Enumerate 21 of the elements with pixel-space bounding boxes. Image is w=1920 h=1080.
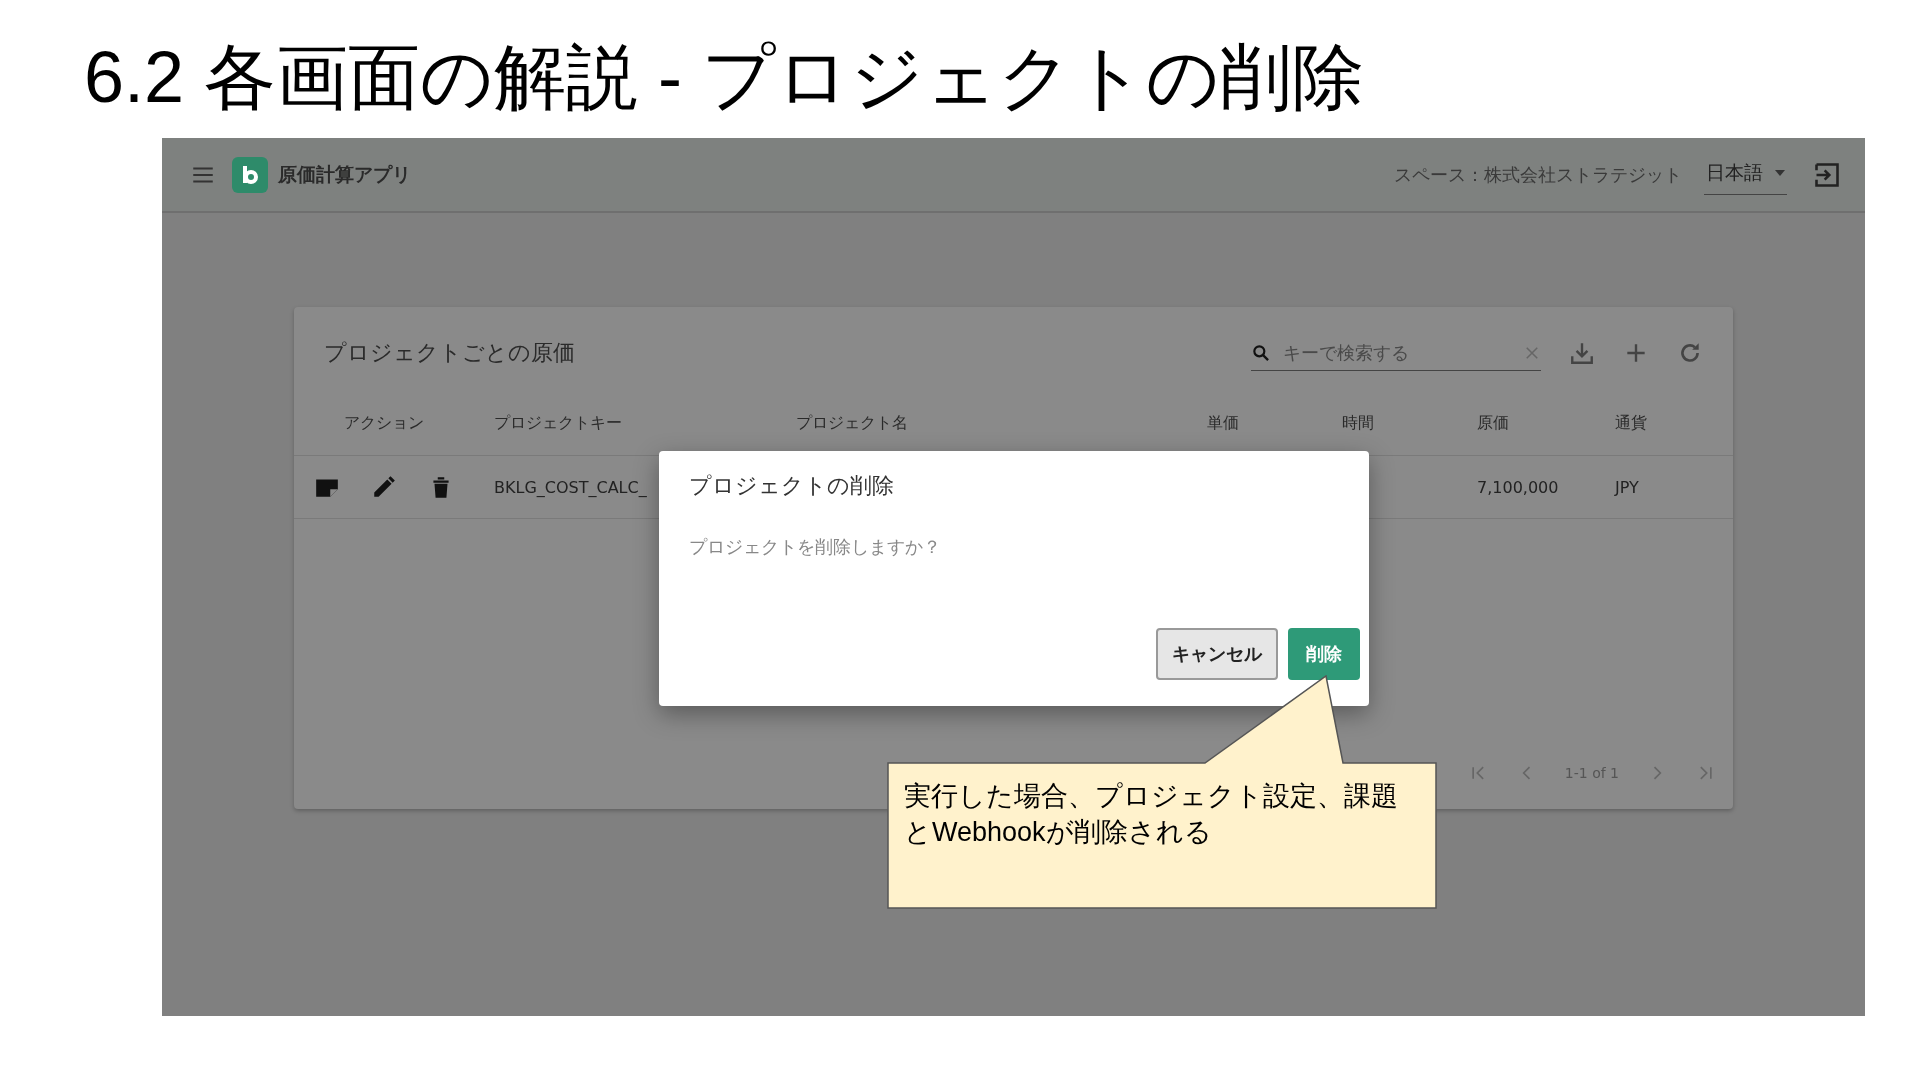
callout-text: 実行した場合、プロジェクト設定、課題とWebhookが削除される <box>904 780 1399 849</box>
slide-title: 6.2 各画面の解説 - プロジェクトの削除 <box>84 36 1366 119</box>
language-select[interactable]: 日本語 <box>1704 154 1787 195</box>
dialog-title: プロジェクトの削除 <box>689 472 895 500</box>
cancel-button[interactable]: キャンセル <box>1156 628 1278 680</box>
column-header: 時間 <box>1342 412 1375 434</box>
app-name: 原価計算アプリ <box>278 161 411 187</box>
column-header: 通貨 <box>1615 412 1648 434</box>
space-label: スペース：株式会社ストラテジット <box>1394 162 1682 187</box>
column-header: プロジェクト名 <box>796 412 909 434</box>
dialog-message: プロジェクトを削除しますか？ <box>689 535 942 559</box>
table-cell: JPY <box>1615 477 1639 497</box>
card-title: プロジェクトごとの原価 <box>324 339 575 367</box>
search-field[interactable]: キーで検索する <box>1281 341 1513 364</box>
column-header: アクション <box>344 412 425 434</box>
delete-button[interactable]: 削除 <box>1288 628 1360 680</box>
column-header: 単価 <box>1207 412 1240 434</box>
table-cell: 7,100,000 <box>1477 477 1559 497</box>
column-header: プロジェクトキー <box>494 412 623 434</box>
table-cell: BKLG_COST_CALC_ <box>494 477 647 497</box>
column-header: 原価 <box>1477 412 1510 434</box>
